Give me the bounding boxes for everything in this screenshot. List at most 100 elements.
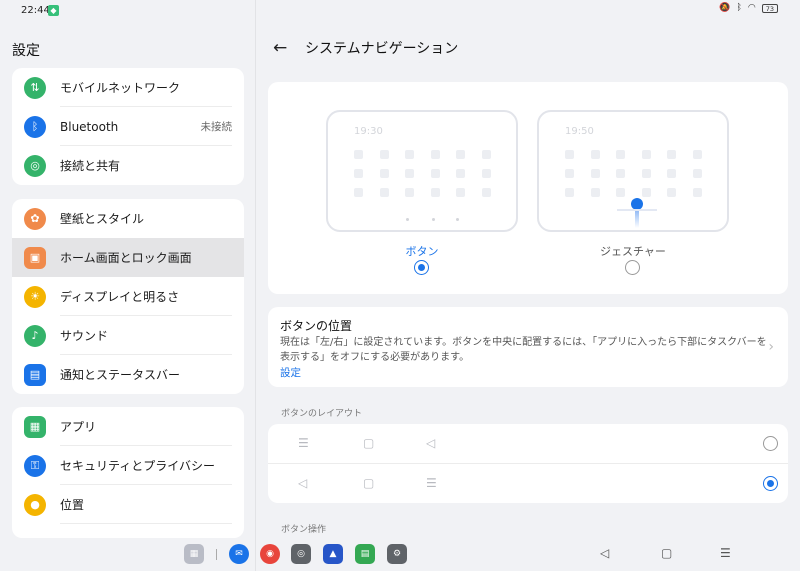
preview-app-dot bbox=[430, 188, 440, 197]
preview-app-dot bbox=[405, 169, 414, 178]
preview-app-dot bbox=[565, 169, 574, 178]
sidebar-item-home-lock[interactable]: ▣ ホーム画面とロック画面 bbox=[12, 238, 244, 277]
sidebar-item-display[interactable]: ☀ ディスプレイと明るさ bbox=[12, 277, 244, 316]
layout-option-row[interactable]: ☰ ▢ ◁ bbox=[268, 424, 788, 464]
gesture-mode-preview[interactable]: 19:50 bbox=[537, 110, 729, 232]
preview-app-dot bbox=[641, 188, 651, 197]
bluetooth-icon: ᛒ bbox=[24, 115, 46, 138]
preview-app-dot bbox=[692, 169, 702, 178]
taskbar-divider bbox=[216, 549, 217, 560]
preview-app-dot bbox=[565, 188, 574, 197]
sound-icon: ♪ bbox=[24, 324, 46, 347]
bluetooth-status: 未接続 bbox=[200, 121, 233, 133]
preview-app-dot bbox=[590, 188, 600, 197]
back-icon: ◁ bbox=[298, 476, 308, 490]
sidebar-item-bluetooth[interactable]: ᛒ Bluetooth 未接続 bbox=[12, 107, 244, 146]
home-icon: ▢ bbox=[363, 436, 375, 450]
preview-app-dot bbox=[456, 150, 465, 159]
security-icon: ⚿ bbox=[24, 454, 46, 477]
messages-app-icon[interactable]: ✉ bbox=[229, 544, 249, 564]
preview-app-dot bbox=[692, 188, 702, 197]
sidebar-item-location[interactable]: ● 位置 bbox=[12, 485, 244, 524]
preview-time: 19:30 bbox=[354, 126, 383, 137]
bluetooth-status-icon: ᛒ bbox=[736, 3, 742, 13]
preview-app-dot bbox=[481, 150, 491, 159]
notification-app-icon: ◆ bbox=[48, 5, 59, 16]
nav-home-icon[interactable]: ▢ bbox=[661, 546, 672, 560]
chevron-right-icon: › bbox=[768, 339, 774, 355]
home-icon: ▢ bbox=[363, 476, 375, 490]
button-position-card[interactable]: ボタンの位置 現在は「左/右」に設定されています。ボタンを中央に配置するには、「… bbox=[268, 307, 788, 387]
camera-app-icon[interactable]: ◎ bbox=[291, 544, 311, 564]
preview-app-dot bbox=[379, 188, 389, 197]
layout-radio-2[interactable] bbox=[763, 476, 778, 491]
gesture-mode-radio[interactable] bbox=[625, 260, 640, 275]
connection-share-icon: ◎ bbox=[24, 154, 46, 177]
sidebar-group-display: ✿ 壁紙とスタイル ▣ ホーム画面とロック画面 ☀ ディスプレイと明るさ ♪ サ… bbox=[12, 199, 244, 394]
button-mode-radio[interactable] bbox=[414, 260, 429, 275]
preview-app-dot bbox=[667, 169, 676, 178]
preview-app-dot bbox=[692, 150, 702, 159]
wallpaper-icon: ✿ bbox=[24, 207, 46, 230]
sidebar-item-apps[interactable]: ▦ アプリ bbox=[12, 407, 244, 446]
layout-option-row[interactable]: ◁ ▢ ☰ bbox=[268, 464, 788, 503]
preview-app-dot bbox=[456, 169, 465, 178]
gesture-mode-label[interactable]: ジェスチャー bbox=[583, 243, 683, 259]
calendar-app-icon[interactable]: ▤ bbox=[355, 544, 375, 564]
recents-icon: ☰ bbox=[298, 436, 309, 450]
sidebar-item-label: ディスプレイと明るさ bbox=[60, 290, 180, 304]
apps-icon: ▦ bbox=[24, 415, 46, 438]
sidebar-item-label: モバイルネットワーク bbox=[60, 81, 181, 95]
preview-app-dot bbox=[430, 150, 440, 159]
button-layout-caption: ボタンのレイアウト bbox=[281, 409, 363, 419]
mobile-network-icon: ⇅ bbox=[24, 76, 46, 99]
back-icon: ◁ bbox=[426, 436, 436, 450]
sidebar-item-label: 壁紙とスタイル bbox=[60, 212, 145, 226]
sidebar-item-wallpaper[interactable]: ✿ 壁紙とスタイル bbox=[12, 199, 244, 238]
settings-sidebar: 22:44 ◆ 設定 ⇅ モバイルネットワーク ᛒ Bluetooth 未接続 … bbox=[0, 0, 256, 571]
sidebar-item-label: アプリ bbox=[60, 420, 97, 434]
sidebar-item-label: Bluetooth bbox=[60, 119, 119, 134]
preview-app-dot bbox=[354, 169, 363, 178]
sidebar-item-label: サウンド bbox=[60, 329, 109, 343]
preview-app-dot bbox=[565, 150, 574, 159]
page-title: システムナビゲーション bbox=[305, 41, 459, 57]
back-arrow-icon[interactable]: ← bbox=[273, 38, 291, 58]
button-mode-label[interactable]: ボタン bbox=[372, 243, 472, 259]
navigation-settings-pane: 🔕 ᛒ ◠ 73 ← システムナビゲーション 19:30 ボタン 19:50 ジ… bbox=[257, 0, 800, 571]
sidebar-item-label: セキュリティとプライバシー bbox=[60, 459, 216, 473]
sidebar-item-mobile-network[interactable]: ⇅ モバイルネットワーク bbox=[12, 68, 244, 107]
preview-app-dot bbox=[590, 169, 600, 178]
display-brightness-icon: ☀ bbox=[24, 285, 46, 308]
button-layout-card: ☰ ▢ ◁ ◁ ▢ ☰ bbox=[268, 424, 788, 503]
button-position-description: 現在は「左/右」に設定されています。ボタンを中央に配置するには、「アプリに入った… bbox=[280, 337, 767, 363]
sidebar-item-label: 通知とステータスバー bbox=[60, 368, 181, 382]
sidebar-item-security[interactable]: ⚿ セキュリティとプライバシー bbox=[12, 446, 244, 485]
preview-app-dot bbox=[354, 188, 363, 197]
preview-app-dot bbox=[641, 150, 651, 159]
sidebar-item-notifications[interactable]: ▤ 通知とステータスバー bbox=[12, 355, 244, 394]
preview-app-dot bbox=[590, 150, 600, 159]
chrome-app-icon[interactable]: ◉ bbox=[260, 544, 280, 564]
preview-app-dot bbox=[481, 188, 491, 197]
preview-app-dot bbox=[456, 188, 465, 197]
preview-app-dot bbox=[667, 188, 676, 197]
wifi-icon: ◠ bbox=[747, 3, 756, 13]
settings-app-icon[interactable]: ⚙ bbox=[387, 544, 407, 564]
sidebar-item-sound[interactable]: ♪ サウンド bbox=[12, 316, 244, 355]
nav-recents-icon[interactable]: ☰ bbox=[720, 546, 731, 560]
preview-app-dot bbox=[616, 188, 625, 197]
location-icon: ● bbox=[24, 493, 46, 516]
app-drawer-icon[interactable]: ▦ bbox=[184, 544, 204, 564]
sidebar-item-connection-share[interactable]: ◎ 接続と共有 bbox=[12, 146, 244, 185]
sidebar-group-apps: ▦ アプリ ⚿ セキュリティとプライバシー ● 位置 bbox=[12, 407, 244, 538]
button-mode-preview[interactable]: 19:30 bbox=[326, 110, 518, 232]
preview-app-dot bbox=[481, 169, 491, 178]
layout-radio-1[interactable] bbox=[763, 436, 778, 451]
home-lock-icon: ▣ bbox=[24, 246, 46, 269]
settings-link[interactable]: 設定 bbox=[280, 365, 301, 380]
sidebar-item-label: 接続と共有 bbox=[60, 159, 121, 173]
nav-back-icon[interactable]: ◁ bbox=[600, 546, 609, 560]
store-app-icon[interactable]: ▲ bbox=[323, 544, 343, 564]
button-position-title: ボタンの位置 bbox=[280, 319, 353, 333]
